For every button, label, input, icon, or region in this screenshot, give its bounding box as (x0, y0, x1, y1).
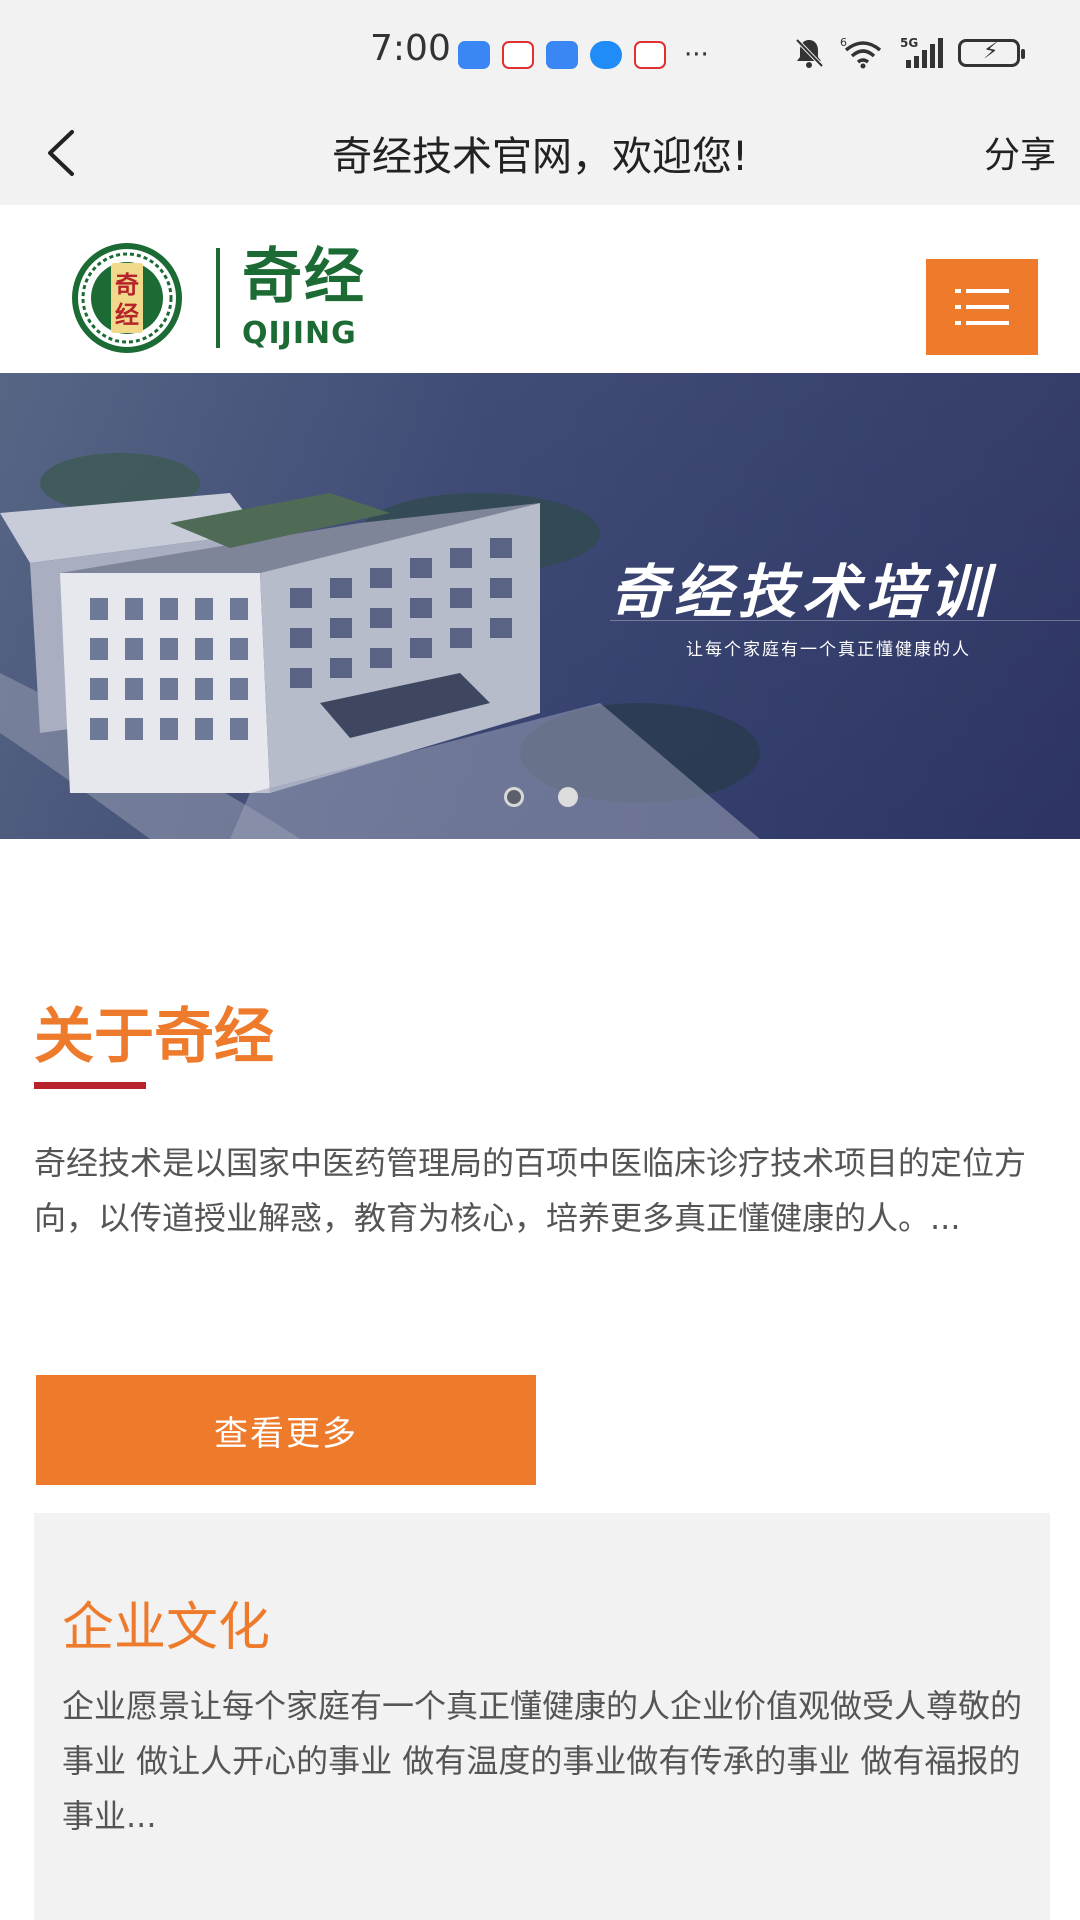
about-description: 奇经技术是以国家中医药管理局的百项中医临床诊疗技术项目的定位方向，以传道授业解惑… (34, 1144, 1027, 1237)
share-button[interactable]: 分享 (984, 126, 1056, 178)
about-title: 关于奇经 (34, 1002, 274, 1072)
cellular-signal-icon: 5G (900, 36, 943, 68)
clown-app-icon (502, 41, 534, 69)
battery-icon: ⚡ (958, 39, 1025, 67)
logo-seal-icon: 奇 经 (72, 243, 182, 353)
system-icons: 6 5G ⚡ (792, 36, 1025, 70)
logo-name-cn: 奇经 (242, 242, 366, 312)
browser-title-bar: 奇经技术官网，欢迎您! 分享 (0, 100, 1080, 205)
culture-card[interactable]: 企业文化 企业愿景让每个家庭有一个真正懂健康的人企业价值观做受人尊敬的事业 做让… (34, 1513, 1050, 1920)
banner-divider (610, 620, 1080, 621)
hero-banner[interactable]: 奇经技术培训 让每个家庭有一个真正懂健康的人 (0, 373, 1080, 839)
status-time: 7:00 (370, 28, 451, 69)
menu-icon (955, 289, 1009, 325)
banner-subtitle: 让每个家庭有一个真正懂健康的人 (686, 640, 971, 660)
site-header: 奇 经 奇经 QIJING (0, 205, 1080, 373)
wifi-icon: 6 (840, 36, 882, 69)
culture-description: 企业愿景让每个家庭有一个真正懂健康的人企业价值观做受人尊敬的事业 做让人开心的事… (62, 1687, 1023, 1835)
mute-bell-icon (795, 38, 824, 68)
message-bubble-icon (590, 41, 622, 69)
culture-title: 企业文化 (62, 1598, 271, 1658)
carousel-dot-2[interactable] (558, 787, 578, 807)
wifi-label: 6 (840, 36, 847, 49)
logo-name-en: QIJING (242, 316, 357, 351)
usb-icon (458, 41, 490, 69)
svg-text:经: 经 (115, 301, 139, 329)
more-notifications-icon: ··· (684, 40, 709, 70)
about-title-underline (34, 1082, 146, 1089)
site-logo[interactable]: 奇 经 奇经 QIJING (62, 243, 366, 353)
svg-text:奇: 奇 (115, 271, 139, 299)
network-label: 5G (900, 36, 918, 50)
status-bar: 7:00 ··· 6 5G ⚡ (0, 0, 1080, 100)
logo-divider (216, 248, 220, 348)
charging-bolt-icon: ⚡ (983, 39, 999, 64)
clown-app-icon (634, 41, 666, 69)
menu-button[interactable] (926, 259, 1038, 355)
banner-title: 奇经技术培训 (610, 558, 995, 626)
blue-app-icon (546, 41, 578, 69)
carousel-dot-1[interactable] (504, 787, 524, 807)
notification-icons: ··· (458, 40, 709, 70)
logo-text: 奇经 QIJING (242, 247, 366, 349)
view-more-button[interactable]: 查看更多 (36, 1375, 536, 1485)
page-title: 奇经技术官网，欢迎您! (331, 134, 749, 180)
